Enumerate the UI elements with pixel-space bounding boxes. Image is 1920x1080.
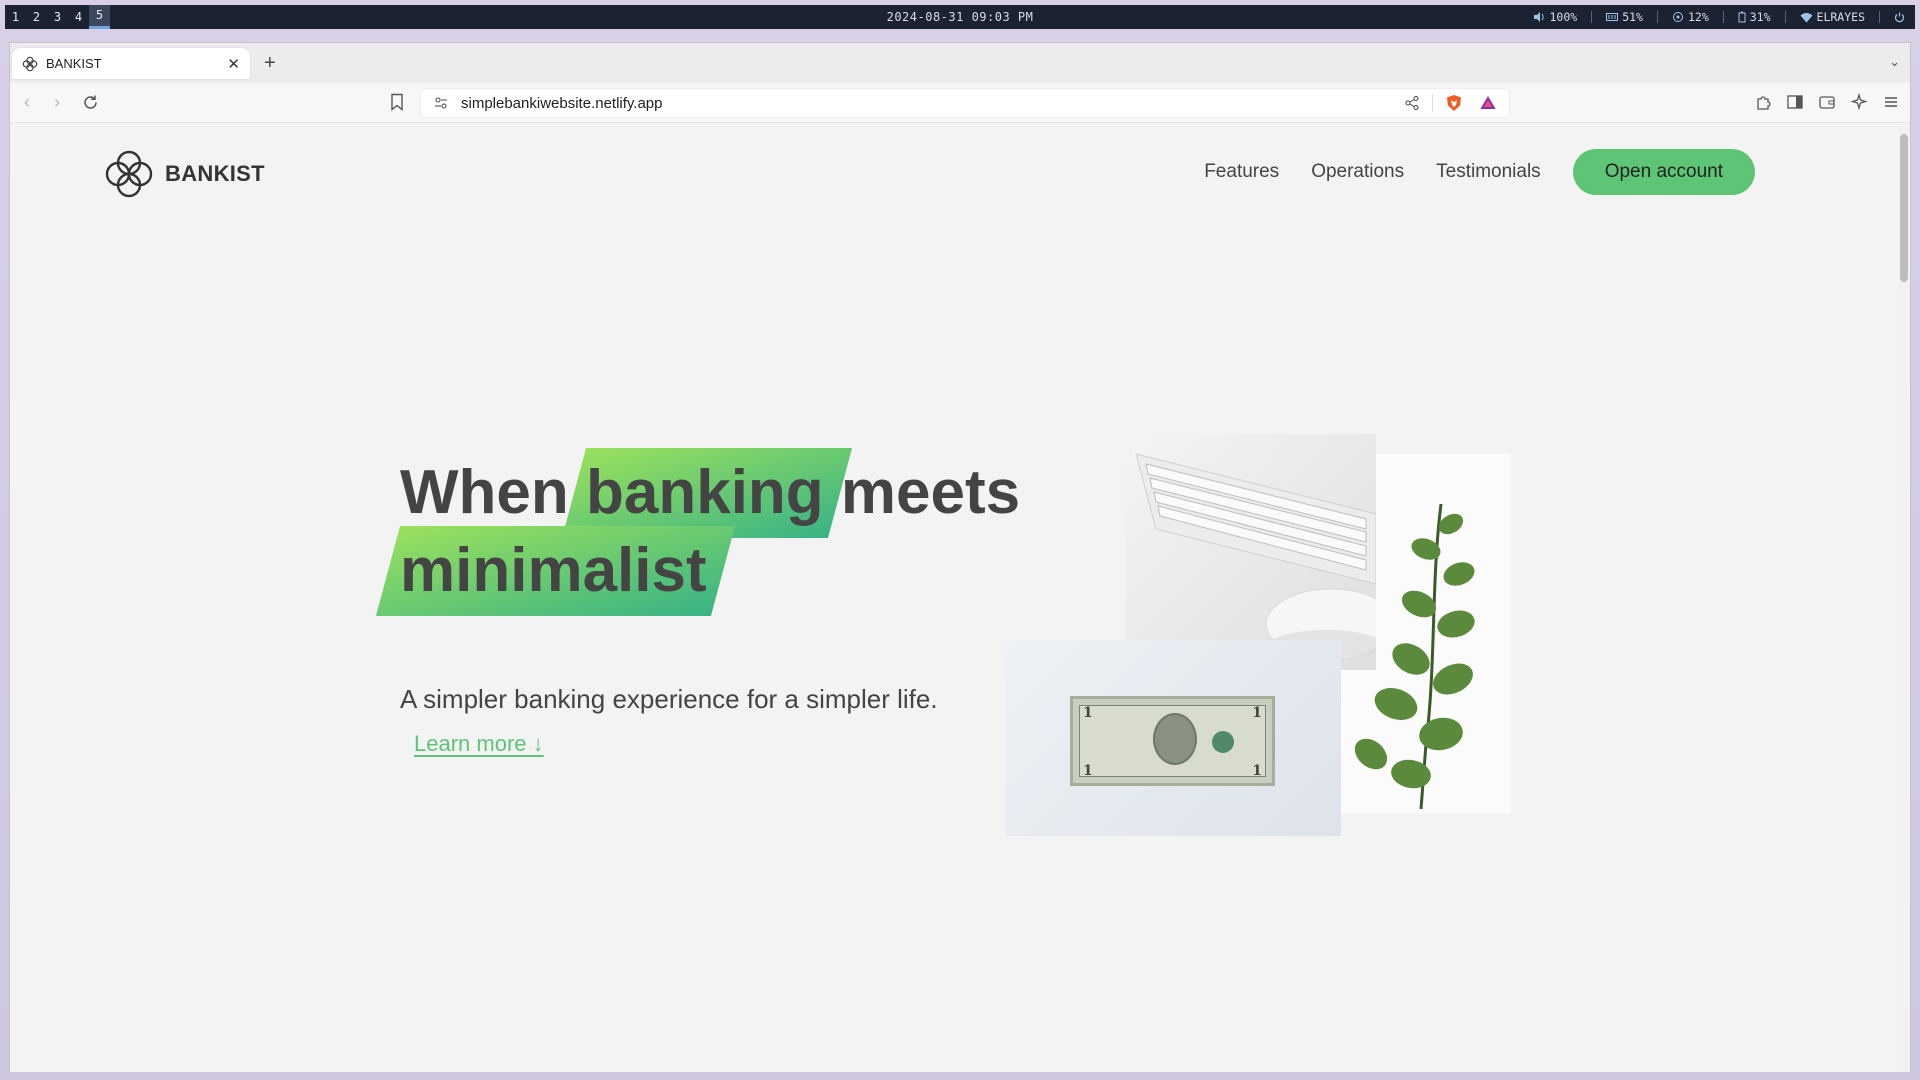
hero-image: 1 1 1 1: [1006, 434, 1526, 844]
brave-shield-icon[interactable]: [1445, 94, 1463, 112]
workspace-switcher: 1 2 3 4 5: [5, 5, 110, 29]
toolbar-right: [1754, 93, 1900, 111]
back-button[interactable]: ‹: [24, 92, 30, 113]
workspace-3[interactable]: 3: [47, 5, 68, 29]
volume-indicator[interactable]: 100%: [1533, 10, 1577, 24]
battery-value: 31%: [1749, 10, 1771, 24]
new-tab-button[interactable]: +: [264, 52, 276, 75]
heading-highlight-banking: banking: [586, 454, 824, 532]
menu-icon[interactable]: [1882, 93, 1900, 111]
bankist-logo-icon: [105, 150, 153, 198]
volume-value: 100%: [1549, 10, 1578, 24]
dollar-image: 1 1 1 1: [1006, 640, 1341, 836]
leo-ai-icon[interactable]: [1850, 93, 1868, 111]
sidebar-toggle-icon[interactable]: [1786, 93, 1804, 111]
heading-highlight-minimalist: minimalist: [400, 532, 707, 610]
tab-strip: BANKIST ✕ + ⌄: [10, 43, 1910, 83]
nav-link-features[interactable]: Features: [1204, 161, 1279, 183]
keyboard-mouse-image: [1126, 434, 1376, 670]
memory-icon: [1606, 13, 1619, 21]
seal-icon: [1212, 731, 1234, 753]
address-bar[interactable]: simplebankiwebsite.netlify.app: [420, 88, 1510, 118]
site-settings-icon[interactable]: [433, 95, 449, 111]
cpu-value: 12%: [1687, 10, 1709, 24]
cpu-icon: [1672, 12, 1683, 22]
speaker-icon: [1534, 12, 1545, 22]
divider: [1656, 11, 1658, 23]
workspace-2[interactable]: 2: [26, 5, 47, 29]
site-logo[interactable]: BANKIST: [105, 150, 265, 198]
scrollbar-thumb[interactable]: [1900, 134, 1908, 282]
learn-more-link[interactable]: Learn more ↓: [414, 731, 544, 757]
hero-subtitle: A simpler banking experience for a simpl…: [400, 684, 938, 714]
extensions-icon[interactable]: [1754, 93, 1772, 111]
system-bar: 1 2 3 4 5 2024-08-31 09:03 PM 100% 51% 1…: [5, 5, 1915, 29]
power-icon[interactable]: [1894, 12, 1905, 23]
forward-button[interactable]: ›: [54, 92, 60, 113]
divider: [1722, 11, 1724, 23]
keyboard-icon: [1135, 453, 1376, 660]
logo-text: BANKIST: [165, 161, 265, 186]
browser-window: BANKIST ✕ + ⌄ ‹ › simplebankiwebsite.net…: [9, 42, 1911, 1072]
page-scrollbar[interactable]: [1898, 124, 1910, 1072]
chevron-down-icon[interactable]: ⌄: [1889, 54, 1900, 70]
memory-value: 51%: [1622, 10, 1643, 24]
nav-link-testimonials[interactable]: Testimonials: [1436, 161, 1541, 183]
brave-rewards-icon[interactable]: [1479, 94, 1497, 112]
divider: [1591, 11, 1593, 23]
portrait-icon: [1153, 713, 1197, 765]
web-page: BANKIST Features Operations Testimonials…: [10, 124, 1900, 1072]
tab-title: BANKIST: [46, 56, 102, 71]
battery-indicator: 31%: [1738, 10, 1771, 24]
url-text[interactable]: simplebankiwebsite.netlify.app: [461, 95, 1404, 112]
open-account-button[interactable]: Open account: [1572, 149, 1755, 195]
browser-toolbar: ‹ › simplebankiwebsite.netlify.app: [10, 83, 1910, 123]
dollar-bill: 1 1 1 1: [1070, 696, 1275, 786]
workspace-1[interactable]: 1: [5, 5, 26, 29]
nav-link-operations[interactable]: Operations: [1311, 161, 1404, 183]
bookmark-icon[interactable]: [390, 93, 404, 111]
workspace-4[interactable]: 4: [68, 5, 89, 29]
reload-icon[interactable]: [82, 94, 99, 111]
battery-icon: [1738, 11, 1746, 23]
wifi-icon: [1800, 12, 1813, 22]
network-indicator[interactable]: ELRAYES: [1800, 10, 1865, 24]
tab-bankist[interactable]: BANKIST ✕: [12, 48, 250, 79]
hero-heading: When banking meets minimalist: [400, 454, 1020, 610]
heading-word-when: When: [400, 458, 569, 527]
network-name: ELRAYES: [1816, 10, 1865, 24]
close-tab-icon[interactable]: ✕: [227, 55, 240, 73]
memory-indicator: 51%: [1606, 10, 1643, 24]
workspace-5[interactable]: 5: [89, 5, 110, 29]
cpu-indicator: 12%: [1672, 10, 1709, 24]
wallet-icon[interactable]: [1818, 93, 1836, 111]
divider: [1432, 94, 1433, 112]
heading-word-meets: meets: [840, 458, 1021, 527]
share-icon[interactable]: [1404, 95, 1420, 111]
divider: [1879, 11, 1880, 23]
system-clock: 2024-08-31 09:03 PM: [886, 10, 1034, 24]
divider: [1784, 11, 1786, 23]
bankist-favicon-icon: [22, 56, 38, 71]
site-nav: Features Operations Testimonials Open ac…: [1204, 149, 1755, 195]
system-tray: 100% 51% 12% 31% ELRAYES: [1533, 10, 1905, 24]
